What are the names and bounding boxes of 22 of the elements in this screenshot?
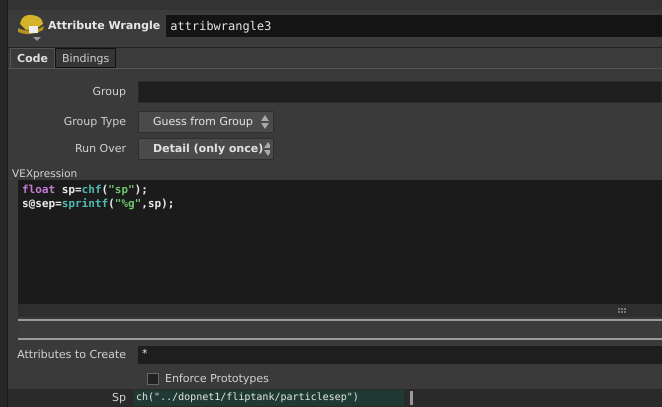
section-label: VEXpression <box>12 168 78 180</box>
parameter-label: Sp <box>111 390 127 406</box>
checkbox[interactable] <box>147 373 159 385</box>
node-name-field[interactable]: attribwrangle3 <box>166 15 662 37</box>
parameter-label: Attributes to Create <box>16 346 127 363</box>
tab[interactable]: Bindings <box>54 48 116 68</box>
stepper-arrows-icon <box>260 114 270 130</box>
parameter-label: Run Over <box>74 140 127 157</box>
parameter-label: Group <box>92 84 127 100</box>
node-type-label: Attribute Wrangle <box>48 18 160 34</box>
expression-field[interactable] <box>18 319 662 340</box>
expression-field[interactable]: ch("../dopnet1/fliptank/particlesep") <box>134 390 404 406</box>
stepper-arrows-icon <box>263 141 270 157</box>
tab[interactable]: Code <box>10 48 55 68</box>
dropdown-menu[interactable]: Guess from Group <box>138 111 274 133</box>
group-field[interactable] <box>138 81 662 103</box>
resize-grip-icon[interactable] <box>618 308 628 314</box>
code-editor[interactable]: float sp=chf("sp"); s@sep=sprintf("%g",sp); <box>18 180 662 304</box>
checkbox-label: Enforce Prototypes <box>165 370 269 387</box>
parameter-label: Group Type <box>62 114 127 130</box>
dropdown-menu[interactable]: Detail (only once) <box>138 138 274 160</box>
attributes-field[interactable]: * <box>138 346 662 364</box>
